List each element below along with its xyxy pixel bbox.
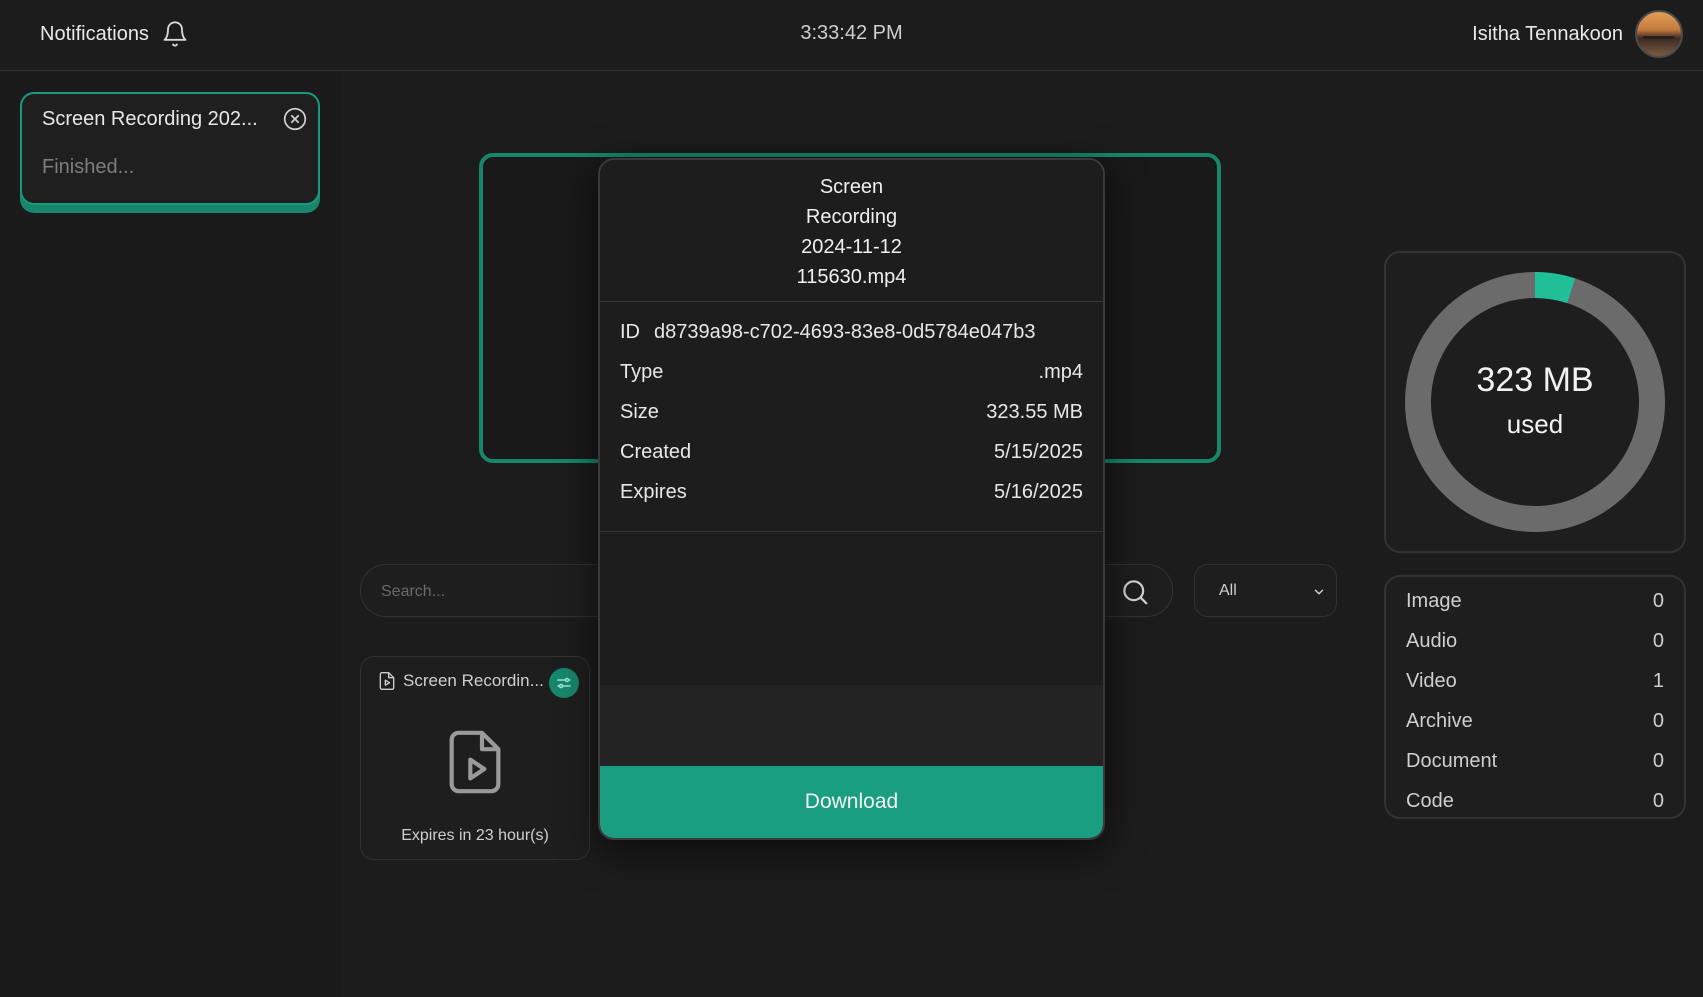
category-label: Document [1406,749,1498,772]
file-card-header: Screen Recordin... [377,671,544,691]
category-label: Code [1406,789,1454,812]
info-row-expires: Expires 5/16/2025 [600,472,1103,512]
category-row-image[interactable]: Image 0 [1386,581,1684,621]
info-value: 5/15/2025 [994,440,1083,463]
modal-title-line: 2024-11-12 [801,236,902,258]
category-counts: Image 0 Audio 0 Video 1 Archive 0 Document 0 … [1384,575,1686,819]
file-settings-button[interactable] [549,668,579,698]
filter-selected-value: All [1219,582,1237,599]
category-count: 0 [1652,709,1664,732]
top-bar: Notifications 3:33:42 PM Isitha Tennakoo… [0,0,1703,71]
info-label: Expires [620,480,687,503]
category-count: 0 [1652,589,1664,612]
user-menu[interactable]: Isitha Tennakoon [1472,10,1683,58]
file-info: ID d8739a98-c702-4693-83e8-0d5784e047b3 … [600,302,1103,532]
search-icon[interactable] [1120,577,1150,607]
close-icon[interactable] [282,106,308,132]
modal-title-line: Recording [805,206,898,228]
info-row-size: Size 323.55 MB [600,392,1103,432]
sliders-icon [557,677,571,689]
category-label: Video [1406,669,1457,692]
info-row-created: Created 5/15/2025 [600,432,1103,472]
storage-ring [1405,272,1665,532]
info-value: .mp4 [1038,360,1083,383]
category-row-archive[interactable]: Archive 0 [1386,701,1684,741]
file-card[interactable]: Screen Recordin... Expires in 23 hour(s) [360,656,590,860]
toast-title: Screen Recording 202... [42,108,258,130]
modal-title: Screen Recording 2024-11-12 115630.mp4 [600,172,1103,292]
category-label: Archive [1406,709,1473,732]
info-row-type: Type .mp4 [600,352,1103,392]
file-card-name: Screen Recordin... [403,671,544,690]
user-name: Isitha Tennakoon [1472,22,1623,45]
modal-title-line: 115630.mp4 [796,266,907,288]
video-file-large-icon [449,730,501,794]
modal-body: ID d8739a98-c702-4693-83e8-0d5784e047b3 … [600,302,1103,685]
category-row-document[interactable]: Document 0 [1386,741,1684,781]
info-value: 323.55 MB [986,400,1083,423]
category-label: Image [1406,589,1462,612]
category-count: 1 [1652,669,1664,692]
chevron-down-icon [1314,589,1324,595]
file-card-expiry: Expires in 23 hour(s) [401,827,549,844]
type-filter-select[interactable]: All [1194,564,1337,617]
storage-ring-track [1405,272,1665,532]
info-value: 5/16/2025 [994,480,1083,503]
info-label: Size [620,400,659,423]
info-value: d8739a98-c702-4693-83e8-0d5784e047b3 [654,320,1036,343]
upload-toast: Screen Recording 202... Finished... [20,92,320,205]
category-count: 0 [1652,629,1664,652]
category-row-video[interactable]: Video 1 [1386,661,1684,701]
video-file-icon [379,672,395,690]
storage-usage-card: 323 MB used [1384,251,1686,553]
modal-header: Screen Recording 2024-11-12 115630.mp4 [600,160,1103,302]
info-label: ID [620,320,640,343]
toast-status: Finished... [42,156,135,178]
info-row-id: ID d8739a98-c702-4693-83e8-0d5784e047b3 [600,312,1103,352]
category-count: 0 [1652,749,1664,772]
info-label: Created [620,440,692,463]
category-count: 0 [1652,789,1664,812]
sidebar [0,72,342,997]
modal-title-line: Screen [819,176,884,198]
storage-used-value: 323 MB [1476,361,1594,399]
category-label: Audio [1406,629,1458,652]
download-button[interactable]: Download [600,766,1103,838]
avatar[interactable] [1635,10,1683,58]
category-row-audio[interactable]: Audio 0 [1386,621,1684,661]
clock: 3:33:42 PM [800,22,903,44]
category-row-code[interactable]: Code 0 [1386,781,1684,821]
file-details-modal: Screen Recording 2024-11-12 115630.mp4 I… [598,158,1105,840]
storage-used-label: used [1506,409,1564,439]
info-label: Type [620,360,664,383]
